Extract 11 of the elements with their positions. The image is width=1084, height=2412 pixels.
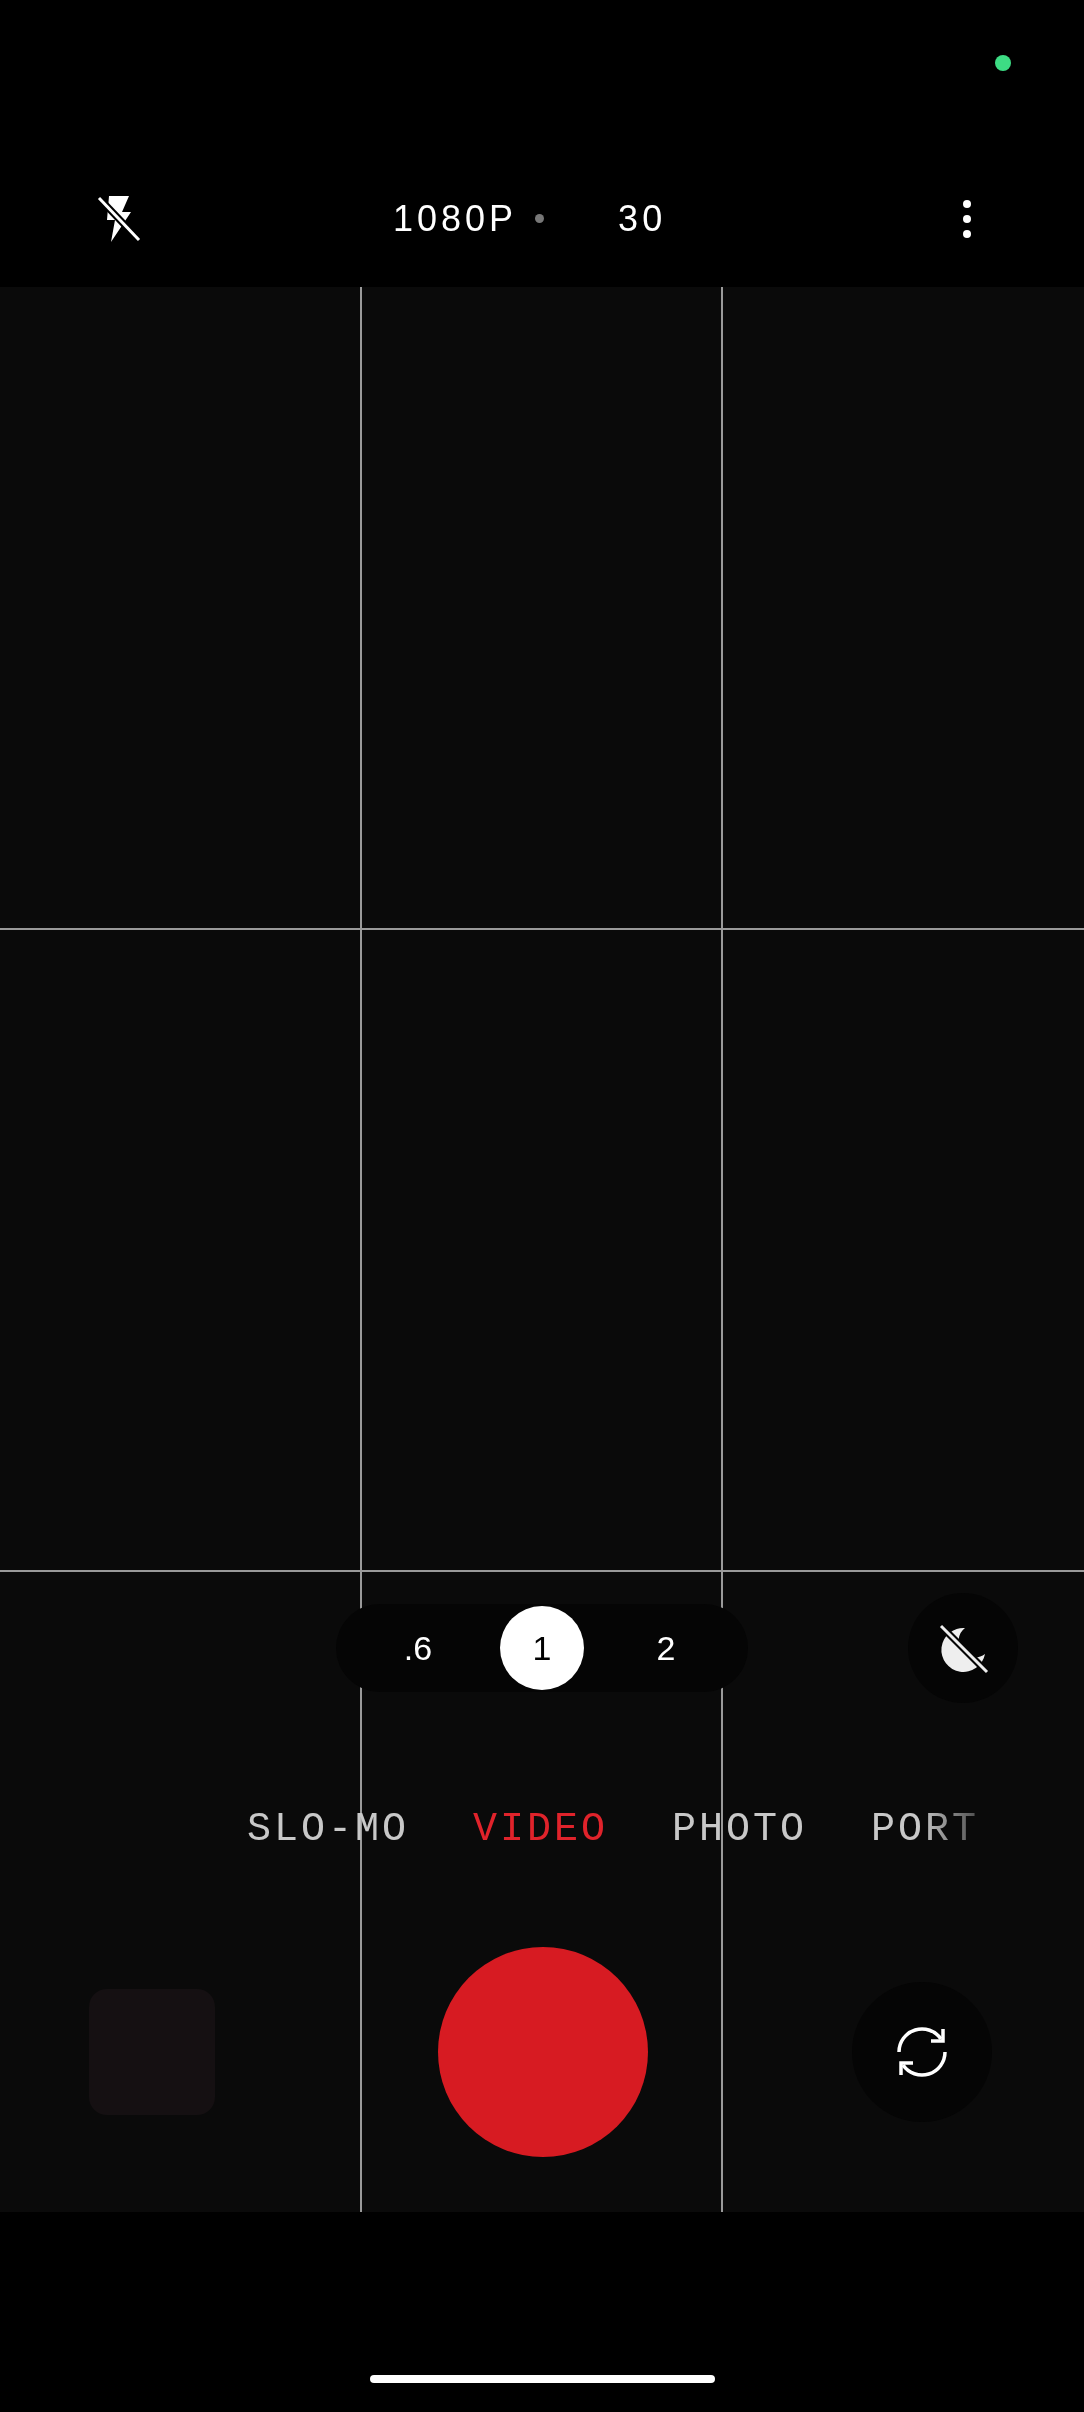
flash-off-icon[interactable] bbox=[95, 193, 143, 244]
camera-mode-tab[interactable]: VIDEO bbox=[473, 1800, 609, 1860]
zoom-level-button[interactable]: .6 bbox=[376, 1606, 460, 1690]
zoom-level-button[interactable]: 2 bbox=[624, 1606, 708, 1690]
separator-dot bbox=[535, 214, 545, 223]
privacy-indicator-dot bbox=[995, 55, 1011, 71]
camera-mode-tab[interactable]: PORT bbox=[871, 1800, 980, 1860]
resolution-button[interactable]: 1080P bbox=[393, 191, 518, 246]
zoom-level-button[interactable]: 1 bbox=[500, 1606, 584, 1690]
frame-rate-button[interactable]: 30 bbox=[618, 191, 667, 246]
more-options-icon[interactable] bbox=[960, 198, 974, 239]
